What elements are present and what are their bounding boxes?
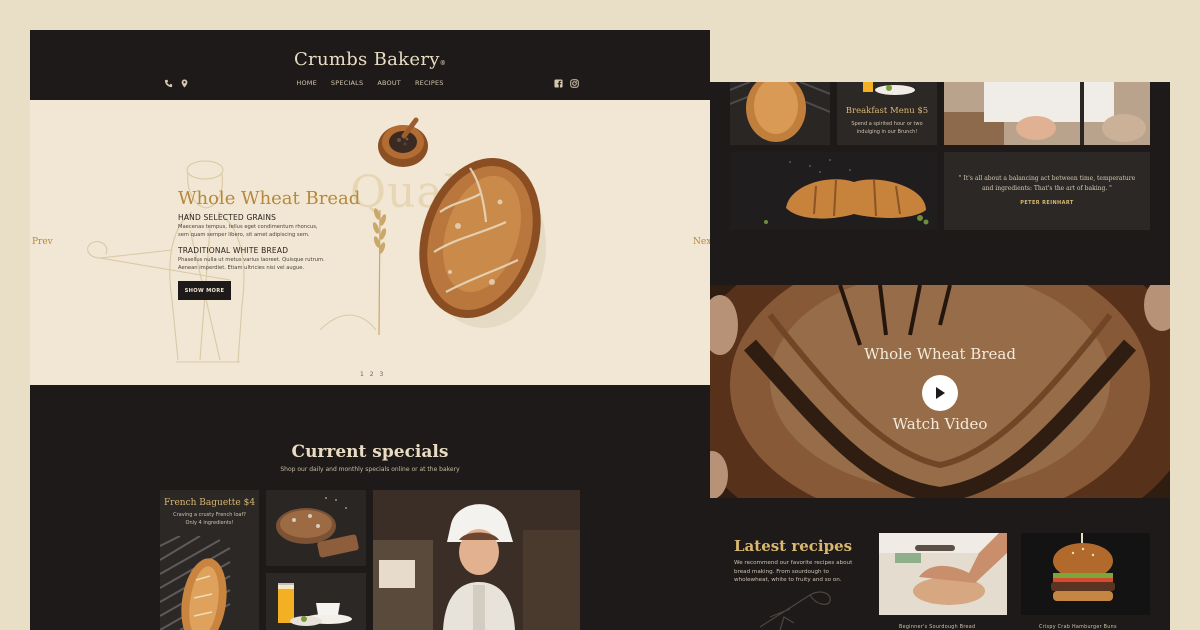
breakfast-plate-image	[837, 82, 937, 96]
nav-item-recipes[interactable]: RECIPES	[415, 79, 444, 87]
specials-subtitle: Shop our daily and monthly specials onli…	[280, 466, 460, 473]
whisk-sketch-illustration	[759, 591, 831, 630]
quote-card: " It's all about a balancing act between…	[944, 152, 1150, 230]
hamburger-image	[1021, 533, 1150, 615]
hero-title: Whole Wheat Bread	[178, 188, 361, 209]
hero-text-grains: Maecenas tempus, tellus eget condimentum…	[178, 224, 318, 238]
specials-title: Current specials	[291, 442, 449, 462]
breakfast-juice-image	[266, 573, 366, 630]
recipes-title: Latest recipes	[734, 537, 853, 555]
hero-subtitle-grains: HAND SELECTED GRAINS	[178, 213, 277, 222]
instagram-icon[interactable]	[570, 79, 579, 88]
croissant-image	[730, 152, 937, 230]
recipes-text: We recommend our favorite recipes about …	[734, 560, 853, 583]
hero-text-white-bread: Phasellus nulla ut metus varius laoreet.…	[178, 257, 325, 271]
rustic-bread-image	[266, 490, 366, 566]
slider-next-link[interactable]: Next	[693, 237, 710, 247]
baguette-card-title: French Baguette $4	[163, 498, 256, 508]
dough-kneading-image	[879, 533, 1007, 615]
breakfast-card-text: Spend a spirited hour or two indulging i…	[851, 121, 923, 135]
video-title: Whole Wheat Bread	[864, 345, 1016, 363]
logo-mark: ®	[439, 60, 447, 67]
slider-prev-link[interactable]: Prev	[32, 237, 53, 247]
breakfast-card-title: Breakfast Menu $5	[845, 106, 929, 116]
main-nav: HOME SPECIALS ABOUT RECIPES	[30, 79, 710, 87]
site-header: Crumbs Bakery® HOME SPECIALS ABOUT RECIP…	[30, 30, 710, 100]
social-icons	[554, 79, 579, 88]
nav-item-specials[interactable]: SPECIALS	[331, 79, 363, 87]
play-button[interactable]	[922, 375, 958, 411]
play-icon	[936, 387, 945, 399]
watch-video-link[interactable]: Watch Video	[710, 415, 1170, 433]
nav-item-about[interactable]: ABOUT	[377, 79, 401, 87]
breakfast-special-card[interactable]: Breakfast Menu $5 Spend a spirited hour …	[837, 82, 937, 145]
show-more-button[interactable]: SHOW MORE	[178, 281, 231, 300]
slider-pagination[interactable]: 1 2 3	[360, 371, 385, 378]
baker-kneading-image	[944, 82, 1150, 145]
nav-item-home[interactable]: HOME	[296, 79, 317, 87]
baguette-special-card[interactable]: French Baguette $4 Craving a crusty Fren…	[160, 490, 259, 630]
baker-woman-image	[373, 490, 580, 630]
video-section: Whole Wheat Bread Watch Video	[710, 285, 1170, 498]
recipe-caption-hamburger[interactable]: Crispy Crab Hamburger Buns	[1039, 625, 1117, 630]
logo-text: Crumbs Bakery	[293, 49, 440, 70]
homepage-mockup: Crumbs Bakery® HOME SPECIALS ABOUT RECIP…	[30, 30, 710, 630]
hero-subtitle-white-bread: TRADITIONAL WHITE BREAD	[178, 246, 289, 255]
bread-loaf-image	[730, 82, 830, 145]
inner-page-mockup: Breakfast Menu $5 Spend a spirited hour …	[710, 82, 1170, 630]
logo[interactable]: Crumbs Bakery®	[30, 49, 710, 70]
facebook-icon[interactable]	[554, 79, 563, 88]
recipe-caption-sourdough[interactable]: Beginner's Sourdough Bread	[899, 625, 975, 630]
wheat-stalk-illustration	[372, 208, 387, 335]
quote-author: PETER REINHART	[1020, 200, 1074, 206]
whole-wheat-loaf-image	[419, 157, 546, 328]
baguette-card-text: Craving a crusty French loaf? Only 4 ing…	[173, 512, 246, 526]
baguette-image	[160, 536, 259, 630]
hero-slider: Qual ds	[30, 100, 710, 385]
quote-text: " It's all about a balancing act between…	[958, 175, 1136, 192]
